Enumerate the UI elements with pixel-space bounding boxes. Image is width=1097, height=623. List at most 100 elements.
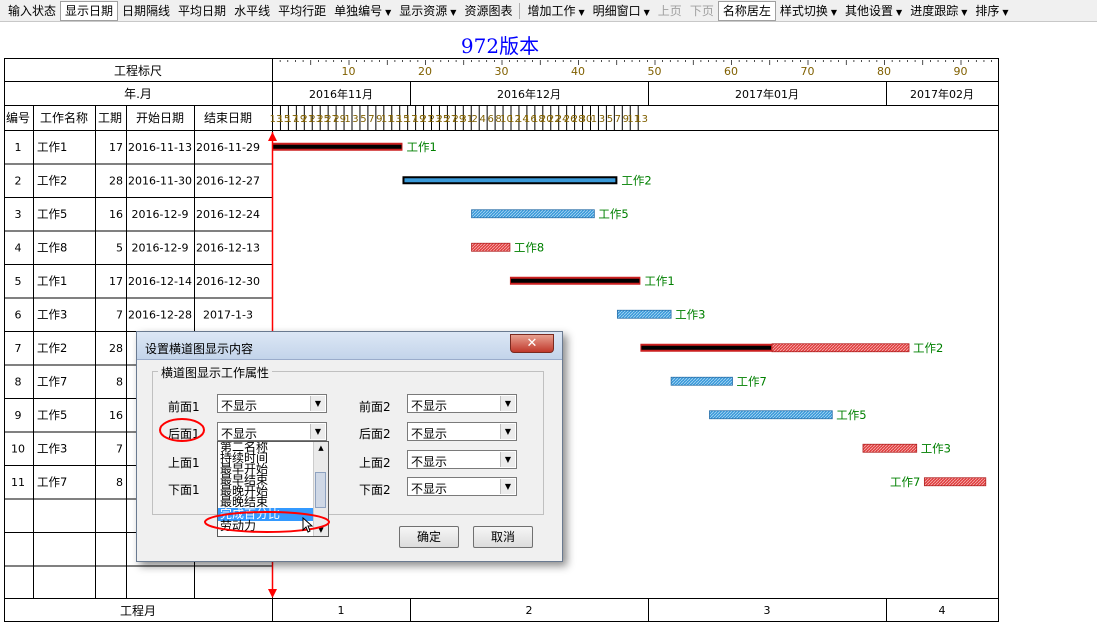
list-scrollbar[interactable]: ▲ ▼ (313, 442, 328, 536)
gantt-bar[interactable] (471, 242, 511, 252)
footer-month: 4 (939, 604, 946, 617)
group-title: 横道图显示工作属性 (158, 364, 273, 381)
ruler-label: 工程标尺 (114, 63, 162, 78)
cell-number: 4 (15, 241, 22, 254)
gantt-bar[interactable] (923, 477, 987, 487)
cell-duration: 28 (109, 174, 123, 187)
gantt-bar-row[interactable]: 工作7 (670, 374, 767, 388)
ruler-tick-label: 10 (342, 65, 356, 78)
cell-name: 工作3 (37, 441, 67, 455)
gantt-bar-row[interactable]: 工作3 (616, 307, 705, 321)
back2-select[interactable]: 不显示 ▼ (407, 422, 517, 441)
footer-month: 3 (764, 604, 771, 617)
back1-select[interactable]: 不显示 ▼ (217, 422, 327, 441)
cell-number: 5 (15, 275, 22, 288)
chevron-down-icon[interactable]: ▼ (310, 424, 325, 439)
chevron-down-icon[interactable]: ▼ (500, 396, 515, 411)
gantt-bar[interactable] (862, 443, 918, 453)
gantt-bar-label: 工作2 (621, 173, 651, 187)
cell-number: 11 (11, 476, 25, 489)
table-row[interactable]: 9 工作5 16 (15, 408, 124, 422)
table-row[interactable]: 6 工作3 7 2016-12-28 2017-1-3 (15, 307, 253, 321)
cancel-button[interactable]: 取消 (473, 526, 533, 548)
back2-label: 后面2 (359, 427, 391, 441)
gantt-bar-row[interactable]: 工作2 (402, 173, 652, 187)
top2-select[interactable]: 不显示 ▼ (407, 450, 517, 469)
gantt-bar-row[interactable]: 工作1 (509, 274, 675, 288)
back1-label: 后面1 (168, 427, 200, 441)
cell-end-date: 2016-12-24 (196, 208, 260, 221)
chevron-down-icon[interactable]: ▼ (310, 396, 325, 411)
table-row[interactable]: 5 工作1 17 2016-12-14 2016-12-30 (15, 274, 260, 288)
cell-number: 6 (15, 308, 22, 321)
chevron-down-icon[interactable]: ▼ (500, 424, 515, 439)
bottom1-label: 下面1 (168, 483, 200, 497)
back2-value: 不显示 (411, 427, 448, 441)
scroll-down-icon[interactable]: ▼ (314, 524, 328, 536)
today-marker-top (268, 132, 277, 141)
ok-button[interactable]: 确定 (399, 526, 459, 548)
day-label: 2 (472, 114, 478, 125)
table-row[interactable]: 8 工作7 8 (15, 374, 124, 388)
col-header-name: 工作名称 (40, 110, 88, 125)
gantt-bar-row[interactable]: 工作1 (272, 140, 437, 154)
list-item[interactable]: 劳动力 (218, 520, 328, 532)
chevron-down-icon[interactable]: ▼ (500, 479, 515, 494)
cell-number: 8 (15, 375, 22, 388)
gantt-bar[interactable] (670, 376, 733, 386)
cell-duration: 5 (116, 241, 123, 254)
gantt-bar-label: 工作3 (675, 307, 705, 321)
cell-end-date: 2016-12-13 (196, 241, 260, 254)
gantt-bar[interactable] (616, 309, 672, 319)
gantt-bar-row[interactable]: 工作5 (709, 408, 867, 422)
gantt-bar[interactable] (709, 410, 833, 420)
cell-start-date: 2016-11-13 (128, 141, 192, 154)
back1-value: 不显示 (221, 427, 258, 441)
front2-select[interactable]: 不显示 ▼ (407, 394, 517, 413)
table-row[interactable]: 4 工作8 5 2016-12-9 2016-12-13 (15, 240, 260, 254)
table-row[interactable]: 3 工作5 16 2016-12-9 2016-12-24 (15, 207, 260, 221)
cell-end-date: 2016-11-29 (196, 141, 260, 154)
cell-duration: 7 (116, 442, 123, 455)
ruler-tick-label: 40 (571, 65, 585, 78)
gantt-bar-label: 工作8 (514, 240, 544, 254)
day-label: 7 (615, 114, 621, 125)
chevron-down-icon[interactable]: ▼ (500, 452, 515, 467)
day-label: 5 (360, 114, 366, 125)
table-row[interactable]: 1 工作1 17 2016-11-13 2016-11-29 (15, 140, 260, 154)
bottom2-select[interactable]: 不显示 ▼ (407, 477, 517, 496)
gantt-bar[interactable] (471, 209, 595, 219)
gantt-bar-row[interactable]: 工作8 (471, 240, 545, 254)
gantt-bar-critical (273, 144, 402, 149)
dialog-titlebar[interactable]: 设置横道图显示内容 ✕ (137, 332, 562, 360)
back1-dropdown-list[interactable]: 第二名称 持续时间 最早开始 最早结束 最晚开始 最晚结束 完成百分比 劳动力 … (217, 441, 329, 537)
gantt-bar-row[interactable]: 工作2 (640, 341, 943, 355)
gantt-bar-label: 工作7 (737, 374, 767, 388)
gantt-bar-row[interactable]: 工作7 (890, 475, 987, 489)
ruler-tick-label: 20 (418, 65, 432, 78)
day-label: 1 (591, 114, 597, 125)
footer-month: 1 (338, 604, 345, 617)
front2-value: 不显示 (411, 399, 448, 413)
table-row[interactable]: 11 工作7 8 (11, 475, 123, 489)
scroll-up-icon[interactable]: ▲ (314, 442, 328, 454)
gantt-bar-row[interactable]: 工作3 (862, 441, 951, 455)
cell-name: 工作7 (37, 374, 67, 388)
gantt-bar-label: 工作3 (921, 441, 951, 455)
front1-select[interactable]: 不显示 ▼ (217, 394, 327, 413)
month-label: 2017年02月 (910, 87, 974, 101)
scroll-thumb[interactable] (315, 472, 326, 508)
cell-duration: 8 (116, 375, 123, 388)
front2-label: 前面2 (359, 400, 391, 414)
cell-duration: 8 (116, 476, 123, 489)
cell-start-date: 2016-12-9 (132, 208, 189, 221)
close-icon[interactable]: ✕ (510, 334, 554, 353)
gantt-bar-row[interactable]: 工作5 (471, 207, 629, 221)
col-header-start: 开始日期 (136, 111, 184, 125)
gantt-bar-critical (510, 278, 640, 283)
front1-value: 不显示 (221, 399, 258, 413)
footer-month: 2 (526, 604, 533, 617)
cell-name: 工作2 (37, 173, 67, 187)
table-row[interactable]: 2 工作2 28 2016-11-30 2016-12-27 (15, 173, 260, 187)
cell-end-date: 2016-12-27 (196, 174, 260, 187)
